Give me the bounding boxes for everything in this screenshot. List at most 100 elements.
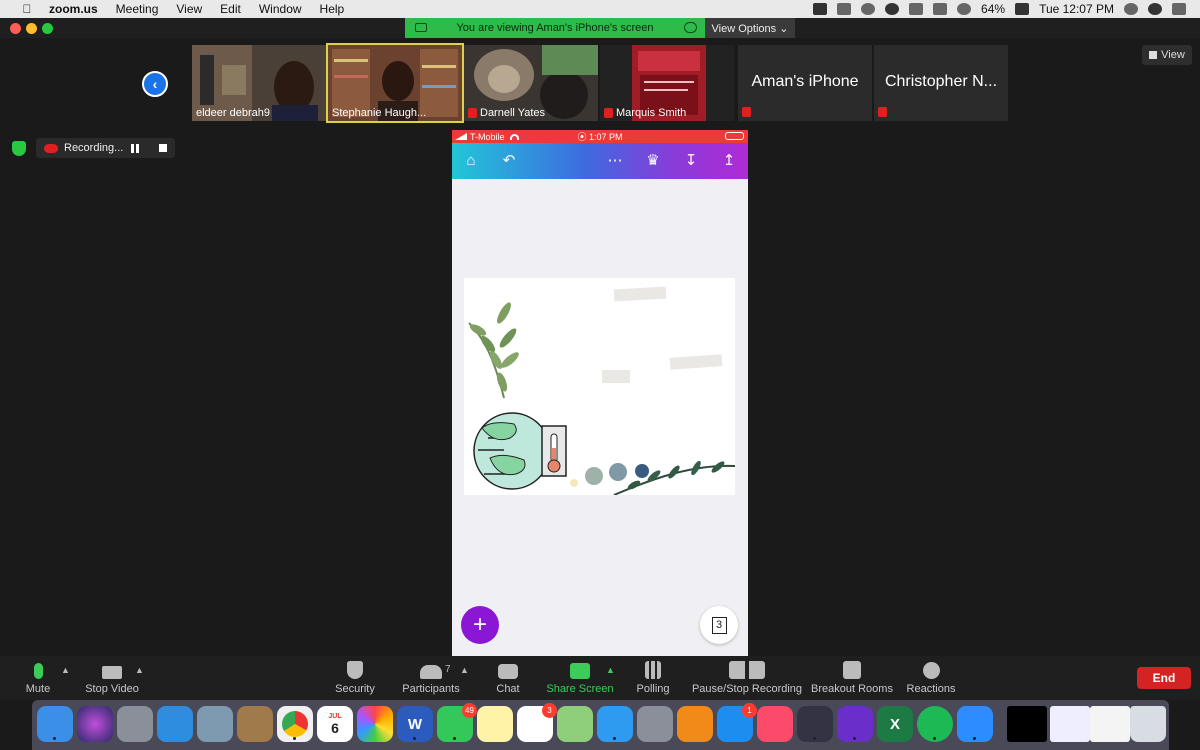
bluetooth-icon[interactable]	[933, 3, 948, 15]
participant-tile-christopher[interactable]: Christopher N...	[874, 45, 1008, 121]
add-element-button[interactable]: +	[461, 606, 499, 644]
mute-label: Mute	[25, 683, 51, 695]
window-zoom-button[interactable]	[42, 23, 53, 34]
participant-tile-amans-iphone[interactable]: Aman's iPhone	[738, 45, 872, 121]
quicktime-icon[interactable]	[797, 706, 833, 742]
participant-tile-eldeer[interactable]: eldeer debrah9	[192, 45, 326, 121]
system-preferences-icon[interactable]	[637, 706, 673, 742]
menu-window[interactable]: Window	[259, 2, 302, 16]
window-minimize-button[interactable]	[26, 23, 37, 34]
undo-icon[interactable]: ↶	[500, 152, 518, 170]
excel-icon[interactable]: X	[877, 706, 913, 742]
safari-icon[interactable]	[157, 706, 193, 742]
user-avatar-icon[interactable]	[1148, 3, 1162, 15]
trash-icon[interactable]	[1130, 706, 1166, 742]
pause-recording-icon[interactable]	[131, 143, 139, 153]
zoom-status-icon[interactable]	[813, 3, 828, 15]
share-screen-label: Share Screen	[546, 683, 614, 695]
menubar-clock[interactable]: Tue 12:07 PM	[1039, 2, 1114, 16]
music-icon[interactable]	[757, 706, 793, 742]
shared-phone-screen[interactable]: T-Mobile ⦿ 1:07 PM ⌂ ↶ ⋯ ♛ ↧ ↥ + 3	[452, 130, 748, 656]
muted-mic-icon	[604, 108, 613, 118]
creative-cloud-icon[interactable]	[861, 3, 876, 15]
menu-help[interactable]: Help	[320, 2, 345, 16]
participant-name-label: eldeer debrah9	[192, 107, 274, 121]
notes-icon[interactable]	[477, 706, 513, 742]
stop-video-button[interactable]: Stop Video	[84, 656, 140, 700]
notification-center-icon[interactable]	[1172, 3, 1186, 15]
menu-edit[interactable]: Edit	[220, 2, 241, 16]
app-store-badge: 1	[742, 703, 757, 718]
view-layout-button[interactable]: View	[1142, 45, 1192, 65]
pause-stop-icon	[729, 661, 765, 679]
stop-recording-icon[interactable]	[159, 144, 167, 152]
wifi-icon[interactable]	[957, 3, 972, 15]
reminders-icon[interactable]: 3	[517, 703, 557, 742]
encryption-shield-icon[interactable]	[12, 141, 26, 156]
pages-button[interactable]: 3	[700, 606, 738, 644]
launchpad-icon[interactable]	[117, 706, 153, 742]
battery-percent[interactable]: 64%	[981, 2, 1005, 16]
finder-icon[interactable]	[37, 706, 73, 742]
view-options-dropdown[interactable]: View Options ⌄	[705, 18, 795, 38]
apple-menu-icon[interactable]: 	[18, 2, 36, 16]
screen-share-banner-text: You are viewing Aman's iPhone's screen	[456, 22, 654, 34]
share-options-caret-icon[interactable]: ▲	[606, 665, 615, 675]
participant-tile-darnell[interactable]: Darnell Yates	[464, 45, 598, 121]
contacts-icon[interactable]	[237, 706, 273, 742]
calendar-icon[interactable]: JUL 6	[317, 706, 353, 742]
gallery-back-button[interactable]: ‹	[142, 71, 168, 97]
poll-chart-icon	[645, 661, 661, 679]
imovie-icon[interactable]	[837, 706, 873, 742]
polling-button[interactable]: Polling	[634, 656, 672, 700]
pause-stop-recording-button[interactable]: Pause/Stop Recording	[692, 656, 802, 700]
share-upload-icon[interactable]: ↥	[720, 152, 738, 170]
download-icon[interactable]: ↧	[682, 152, 700, 170]
design-canvas[interactable]	[464, 278, 735, 495]
end-meeting-button[interactable]: End	[1137, 667, 1191, 689]
facetime-icon[interactable]: 49	[437, 703, 477, 742]
spotlight-search-icon[interactable]	[1124, 3, 1138, 15]
calendar-month: JUL	[328, 712, 342, 720]
security-button[interactable]: Security	[332, 656, 378, 700]
participants-options-caret-icon[interactable]: ▲	[460, 665, 469, 675]
word-icon[interactable]: W	[397, 706, 433, 742]
books-icon[interactable]	[677, 706, 713, 742]
dropbox-icon[interactable]	[837, 3, 852, 15]
menu-meeting[interactable]: Meeting	[116, 2, 159, 16]
more-options-icon[interactable]: ⋯	[606, 152, 624, 170]
minimized-window-thumbnail[interactable]	[1007, 706, 1047, 742]
participants-button[interactable]: Participants	[400, 656, 462, 700]
zoom-icon[interactable]	[957, 706, 993, 742]
menu-app-name[interactable]: zoom.us	[49, 2, 98, 16]
menu-view[interactable]: View	[176, 2, 202, 16]
participant-tile-marquis[interactable]: Marquis Smith	[600, 45, 734, 121]
infinity-icon[interactable]	[885, 3, 900, 15]
reactions-button[interactable]: Reactions	[906, 656, 956, 700]
facetime-badge: 49	[462, 703, 477, 718]
photos-icon[interactable]	[357, 706, 393, 742]
airplay-icon[interactable]	[909, 3, 924, 15]
security-shield-icon	[347, 661, 363, 679]
video-options-caret-icon[interactable]: ▲	[135, 665, 144, 675]
siri-icon[interactable]	[77, 706, 113, 742]
downloads-stack-icon[interactable]	[1050, 706, 1090, 742]
chrome-icon[interactable]	[277, 706, 313, 742]
spotify-icon[interactable]	[917, 706, 953, 742]
audio-options-caret-icon[interactable]: ▲	[61, 665, 70, 675]
maps-icon[interactable]	[557, 706, 593, 742]
recording-indicator: Recording...	[36, 138, 175, 158]
crown-icon[interactable]: ♛	[644, 152, 662, 170]
window-close-button[interactable]	[10, 23, 21, 34]
mute-button[interactable]: Mute	[22, 656, 54, 700]
chat-button[interactable]: Chat	[492, 656, 524, 700]
share-screen-button[interactable]: Share Screen	[546, 656, 614, 700]
battery-icon[interactable]	[1015, 3, 1030, 15]
participant-tile-stephanie[interactable]: Stephanie Haugh...	[326, 43, 464, 123]
preview-icon[interactable]	[197, 706, 233, 742]
breakout-rooms-button[interactable]: Breakout Rooms	[811, 656, 893, 700]
app-store-icon[interactable]: 1	[717, 703, 757, 742]
messages-icon[interactable]	[597, 706, 633, 742]
home-icon[interactable]: ⌂	[462, 152, 480, 170]
documents-stack-icon[interactable]	[1090, 706, 1130, 742]
